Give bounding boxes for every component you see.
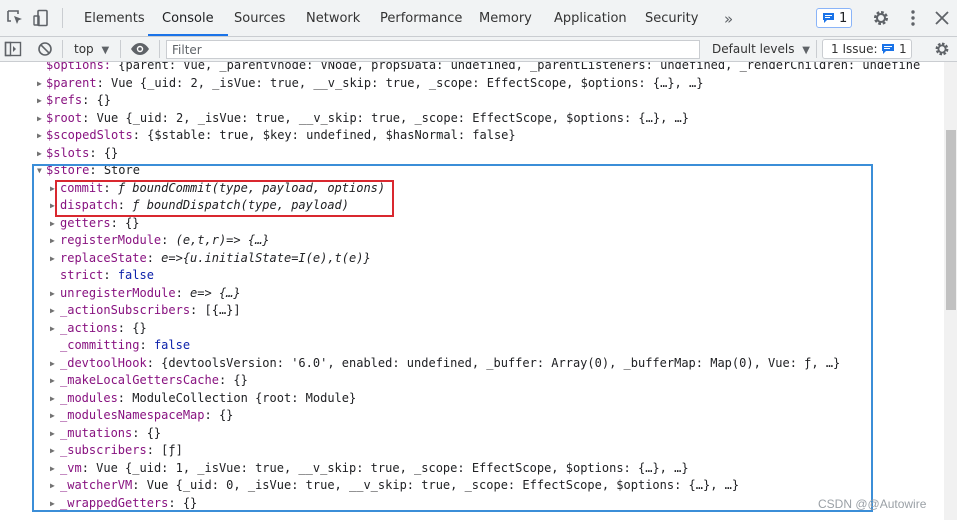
toolbar-divider [62,40,63,58]
issues-label: 1 Issue: [831,42,878,56]
vertical-scrollbar-thumb[interactable] [946,130,956,310]
filter-input[interactable] [172,42,692,57]
expand-arrow-icon[interactable]: ▶ [50,180,55,198]
more-tabs-button[interactable]: » [724,0,733,36]
context-label: top [74,42,94,56]
expand-arrow-icon[interactable]: ▶ [37,127,42,145]
tab-network[interactable]: Network [306,0,360,36]
chevron-down-icon: ▼ [101,45,110,56]
close-icon[interactable] [932,8,952,28]
inspect-element-icon[interactable] [5,8,25,28]
levels-label: Default levels [712,42,795,56]
expand-arrow-icon[interactable]: ▶ [50,285,55,303]
settings-gear-icon[interactable] [871,8,891,28]
live-expression-eye-icon[interactable] [130,40,150,62]
messages-badge[interactable]: 1 [816,8,852,28]
expand-arrow-icon[interactable]: ▶ [50,407,55,425]
expand-arrow-icon[interactable]: ▶ [37,145,42,163]
toolbar-divider [120,40,121,58]
console-settings-gear-icon[interactable] [933,40,951,62]
expand-arrow-icon[interactable]: ▶ [50,460,55,478]
sidebar-toggle-icon[interactable] [4,40,22,62]
console-line-options[interactable]: $options: {parent: Vue, _parentVnode: VN… [46,62,920,75]
expand-arrow-icon[interactable]: ▶ [50,250,55,268]
issue-icon [882,44,894,54]
expand-arrow-icon[interactable]: ▶ [50,425,55,443]
console-toolbar: top ▼ Default levels ▼ 1 Issue: 1 [0,37,957,62]
issues-button[interactable]: 1 Issue: 1 [822,39,912,59]
context-select[interactable]: top ▼ [74,41,109,59]
expand-arrow-icon[interactable]: ▶ [50,355,55,373]
console-output: $options: {parent: Vue, _parentVnode: VN… [0,62,944,520]
expand-arrow-icon[interactable]: ▶ [37,75,42,93]
device-toolbar-icon[interactable] [31,8,51,28]
message-icon [823,13,834,23]
tab-performance[interactable]: Performance [380,0,462,36]
log-levels-dropdown[interactable]: Default levels ▼ [712,41,810,59]
expand-arrow-icon[interactable]: ▶ [50,320,55,338]
expand-arrow-icon[interactable]: ▶ [50,302,55,320]
filter-box [166,40,700,59]
more-options-icon[interactable] [903,8,923,28]
expand-arrow-icon[interactable]: ▶ [50,477,55,495]
expand-arrow-icon[interactable]: ▶ [50,390,55,408]
toolbar-divider [62,8,63,28]
watermark: CSDN @@Autowire [818,497,927,511]
chevron-down-icon: ▼ [802,45,810,56]
toolbar-divider [816,40,817,58]
devtools-tabbar: Elements Console Sources Network Perform… [0,0,957,37]
clear-console-icon[interactable] [36,40,54,62]
tab-memory[interactable]: Memory [479,0,532,36]
expand-arrow-icon[interactable]: ▶ [50,442,55,460]
tab-console[interactable]: Console [148,0,228,36]
expand-arrow-icon[interactable]: ▶ [50,197,55,215]
expand-arrow-icon[interactable]: ▶ [50,232,55,250]
expand-arrow-icon[interactable]: ▶ [50,372,55,390]
expand-arrow-icon[interactable]: ▶ [37,92,42,110]
tab-security[interactable]: Security [645,0,698,36]
tab-sources[interactable]: Sources [234,0,285,36]
expand-arrow-icon[interactable]: ▶ [50,495,55,513]
expand-arrow-icon[interactable]: ▶ [50,215,55,233]
expand-arrow-icon[interactable]: ▶ [37,110,42,128]
toolbar-divider [159,40,160,58]
tab-application[interactable]: Application [554,0,627,36]
tab-elements[interactable]: Elements [84,0,145,36]
messages-count: 1 [839,11,848,26]
issues-count: 1 [899,42,907,56]
collapse-arrow-icon[interactable]: ▼ [37,162,42,180]
